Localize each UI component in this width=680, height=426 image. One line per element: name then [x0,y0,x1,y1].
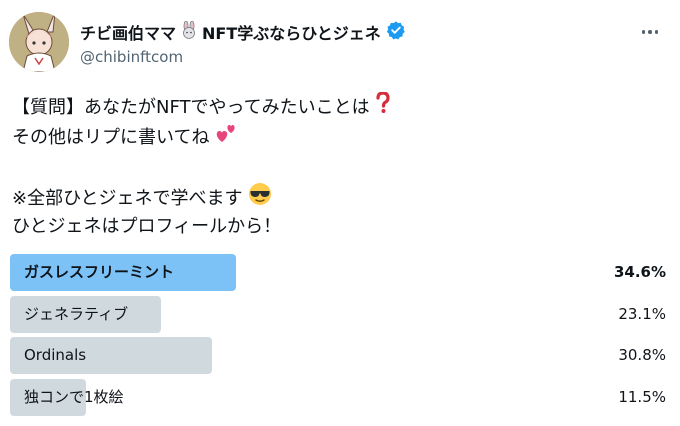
sunglasses-face-icon [248,182,272,216]
poll-option[interactable]: Ordinals 30.8% [10,337,666,374]
avatar[interactable] [9,12,69,72]
tweet-header: チビ画伯ママ NFT学ぶならひとジェネ @chibinftcom [80,20,640,66]
verified-badge-icon [386,20,406,44]
rabbit-emoji-icon [180,20,198,43]
poll: ガスレスフリーミント 34.6% ジェネラティブ 23.1% Ordinals … [10,254,666,420]
more-options-icon[interactable] [638,22,662,42]
display-name-prefix[interactable]: チビ画伯ママ [80,20,176,44]
poll-option-label: ガスレスフリーミント [24,263,175,281]
poll-option-label: Ordinals [24,346,87,364]
bunny-avatar-icon [9,12,69,72]
tweet-line: ※全部ひとジェネで学べます [12,182,668,212]
poll-option[interactable]: ガスレスフリーミント 34.6% [10,254,666,291]
tweet-line: ひとジェネはプロフィールから！ [12,212,668,242]
tweet-line-text: ひとジェネはプロフィールから！ [12,216,282,237]
poll-option[interactable]: ジェネラティブ 23.1% [10,295,666,333]
tweet-text: 【質問】あなたがNFTでやってみたいことは その他はリプに書いてね ※全部ひとジ… [12,91,668,242]
poll-option-percent: 30.8% [618,346,666,364]
poll-option-label: 独コンで1枚絵 [24,387,124,406]
tweet-line: その他はリプに書いてね [12,122,668,152]
display-name-suffix[interactable]: NFT学ぶならひとジェネ [202,20,381,44]
two-hearts-icon [215,122,237,154]
user-handle[interactable]: @chibinftcom [80,48,640,66]
poll-option-percent: 34.6% [613,263,666,281]
tweet-line-text: その他はリプに書いてね [12,127,210,148]
red-question-mark-icon [375,91,391,124]
tweet-line-text: ※全部ひとジェネで学べます [12,188,243,209]
poll-option-percent: 23.1% [618,304,666,323]
tweet-line-text: 【質問】あなたがNFTでやってみたいことは [12,97,370,118]
tweet-line: 【質問】あなたがNFTでやってみたいことは [12,91,668,124]
poll-option-label: ジェネラティブ [24,304,129,323]
poll-option-percent: 11.5% [618,387,666,406]
display-name-row[interactable]: チビ画伯ママ NFT学ぶならひとジェネ [80,20,640,44]
poll-option[interactable]: 独コンで1枚絵 11.5% [10,378,666,416]
